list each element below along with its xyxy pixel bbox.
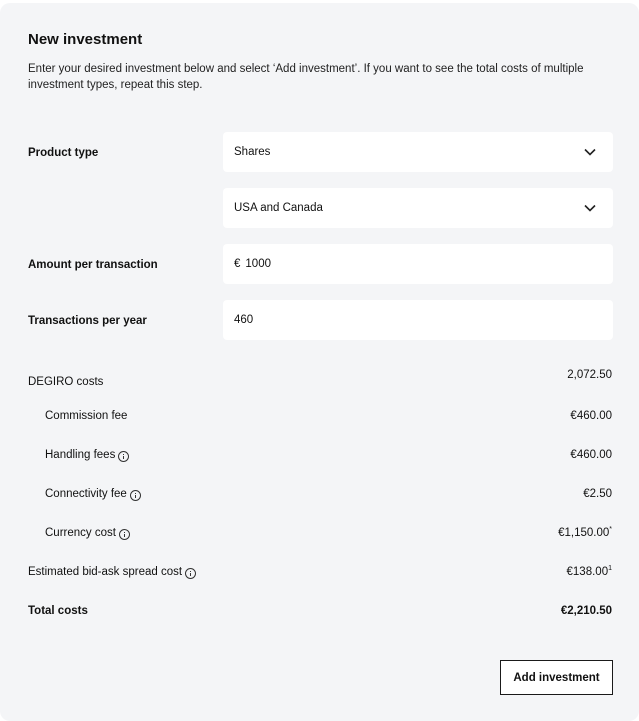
product-type-select[interactable]: Shares (223, 132, 613, 172)
region-value: USA and Canada (234, 202, 323, 214)
currency-cost-value: €1,150.00* (558, 526, 612, 539)
form-title: New investment (28, 31, 143, 48)
spread-cost-footnote: 1 (608, 565, 612, 573)
spread-cost-label: Estimated bid-ask spread cost (28, 566, 197, 579)
region-select[interactable]: USA and Canada (223, 188, 613, 228)
product-type-label: Product type (28, 147, 99, 159)
degiro-costs-label: DEGIRO costs (28, 376, 104, 388)
info-icon[interactable] (118, 450, 130, 462)
info-icon[interactable] (118, 528, 130, 540)
connectivity-fee-value: €2.50 (583, 488, 612, 500)
currency-symbol: € (234, 258, 241, 270)
total-costs-label: Total costs (28, 605, 88, 617)
product-type-value: Shares (234, 146, 271, 158)
add-investment-button[interactable]: Add investment (500, 660, 613, 695)
degiro-costs-value: 2,072.50 (567, 369, 612, 381)
transactions-input[interactable]: 460 (223, 300, 613, 340)
amount-input[interactable]: € 1000 (223, 244, 613, 284)
total-costs-value: €2,210.50 (560, 605, 612, 617)
commission-fee-label: Commission fee (45, 410, 128, 422)
handling-fees-label: Handling fees (45, 449, 130, 462)
spread-cost-value: €138.001 (566, 565, 612, 578)
chevron-down-icon (584, 204, 596, 212)
currency-cost-label: Currency cost (45, 527, 130, 540)
commission-fee-value: €460.00 (570, 410, 612, 422)
info-icon[interactable] (185, 567, 197, 579)
amount-value: 1000 (245, 258, 271, 270)
transactions-value: 460 (234, 314, 254, 326)
transactions-label: Transactions per year (28, 315, 147, 327)
info-icon[interactable] (129, 489, 141, 501)
amount-label: Amount per transaction (28, 259, 158, 271)
connectivity-fee-label: Connectivity fee (45, 488, 141, 501)
handling-fees-value: €460.00 (570, 449, 612, 461)
new-investment-card: New investment Enter your desired invest… (0, 3, 639, 721)
form-description: Enter your desired investment below and … (28, 63, 584, 91)
currency-cost-footnote: * (609, 526, 612, 534)
chevron-down-icon (584, 148, 596, 156)
